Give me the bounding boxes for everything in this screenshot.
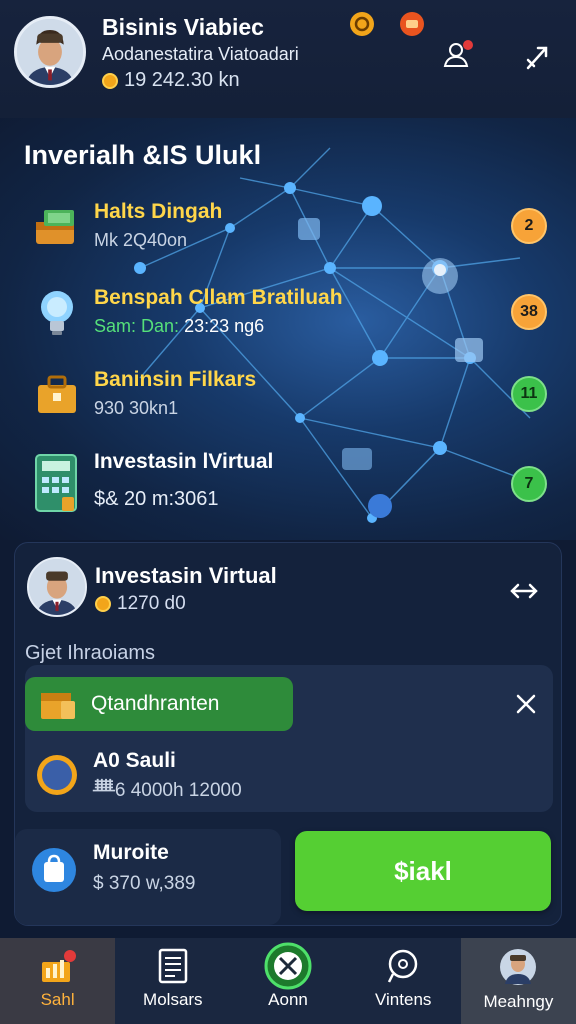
feature-title: Benspah Cllam Bratiluah — [94, 286, 343, 309]
feature-subtitle: Sam: Dan: 23:23 ng6 — [94, 316, 343, 337]
header-balance-value: 19 242.30 kn — [124, 69, 240, 91]
feature-subtitle: 930 30kn1 — [94, 398, 179, 418]
feature-item[interactable]: Baninsin Filkars 930 30kn1 — [30, 368, 256, 422]
section-label: Gjet Ihraoiams — [25, 642, 156, 664]
coin-status-icon[interactable] — [348, 10, 376, 38]
header-balance: 19 242.30 kn — [102, 69, 240, 92]
target-icon — [264, 942, 312, 990]
asset-title: A0 Sauli — [93, 749, 176, 772]
compass-icon — [33, 751, 81, 799]
nav-label: Molsars — [143, 990, 203, 1009]
app-title: Bisinis Viabiec — [102, 14, 264, 40]
cash-box-icon — [30, 200, 84, 254]
feature-title: Baninsin Filkars — [94, 368, 257, 391]
feature-subtitle: Mk 2Q40on — [94, 230, 188, 250]
section-title: Inverialh &IS Ulukl — [24, 140, 262, 170]
feature-title: Halts Dingah — [94, 200, 223, 223]
app-subtitle: Aodanestatira Viatoadari — [102, 44, 299, 64]
nav-item-molsars[interactable]: Molsars — [115, 938, 230, 1024]
feature-count-badge: 11 — [511, 376, 547, 412]
profile-icon — [500, 949, 537, 985]
feature-subtitle-label: Sam: Dan: — [94, 316, 180, 336]
chat-search-icon — [388, 949, 418, 983]
box-icon — [41, 693, 75, 719]
coin-icon — [102, 72, 118, 89]
nav-item-meahngy[interactable]: Meahngy — [460, 938, 576, 1024]
app-header: Bisinis Viabiec Aodanestatira Viatoadari… — [0, 0, 576, 118]
feature-item[interactable]: Investasin lVirtual $& 20 m:3061 — [30, 450, 273, 516]
feature-item[interactable]: Benspah Cllam Bratiluah Sam: Dan: 23:23 … — [30, 286, 343, 340]
document-icon — [158, 948, 188, 984]
nav-label: Aonn — [268, 990, 308, 1009]
card-balance: 1270 d0 — [95, 593, 186, 615]
feature-count-badge: 2 — [511, 208, 547, 244]
nav-item-aonn[interactable]: Aonn — [230, 938, 345, 1024]
bottom-navigation: Sahl Molsars Aonn Vintens Meahngy — [0, 938, 576, 1024]
swap-icon[interactable] — [507, 577, 541, 605]
feature-subtitle-value: 23:23 ng6 — [184, 316, 265, 336]
card-avatar — [27, 557, 87, 617]
nav-label: Sahl — [40, 990, 75, 1009]
option-pill-button[interactable]: Qtandhranten — [25, 677, 293, 731]
chart-bag-icon — [41, 950, 76, 982]
option-pill-label: Qtandhranten — [91, 692, 220, 715]
nav-item-sahl[interactable]: Sahl — [0, 938, 116, 1024]
feature-item[interactable]: Halts Dingah Mk 2Q40on — [30, 200, 222, 254]
primary-action-button[interactable]: $iakl — [295, 831, 551, 911]
feature-title: Investasin lVirtual — [94, 450, 274, 473]
lightbulb-icon — [30, 286, 84, 340]
notifications-user-icon[interactable] — [440, 36, 476, 72]
feature-count-badge: 38 — [511, 294, 547, 330]
coin-icon — [95, 596, 111, 612]
balance-title: Muroite — [93, 841, 169, 864]
card-balance-value: 1270 d0 — [117, 593, 186, 614]
nav-label: Meahngy — [483, 992, 554, 1011]
expand-icon[interactable] — [520, 40, 554, 74]
nav-label: Vintens — [375, 990, 432, 1009]
balance-subtitle: $ 370 w,389 — [93, 873, 196, 894]
investment-card: Investasin Virtual 1270 d0 Gjet Ihraoiam… — [14, 542, 562, 926]
briefcase-icon — [30, 368, 84, 422]
feature-count-badge: 7 — [511, 466, 547, 502]
feature-subtitle: $& 20 m:3061 — [94, 488, 219, 510]
rewards-icon[interactable] — [398, 10, 426, 38]
card-title: Investasin Virtual — [95, 563, 277, 588]
investment-overview: Inverialh &IS Ulukl Halts Dingah Mk 2Q40… — [0, 118, 576, 540]
calculator-icon — [30, 450, 84, 516]
nav-item-vintens[interactable]: Vintens — [346, 938, 461, 1024]
close-icon[interactable] — [511, 689, 541, 719]
user-avatar[interactable] — [14, 16, 86, 88]
asset-subtitle: ᚙ6 4000h 12000 — [93, 780, 242, 801]
shopping-bag-icon — [29, 845, 79, 895]
